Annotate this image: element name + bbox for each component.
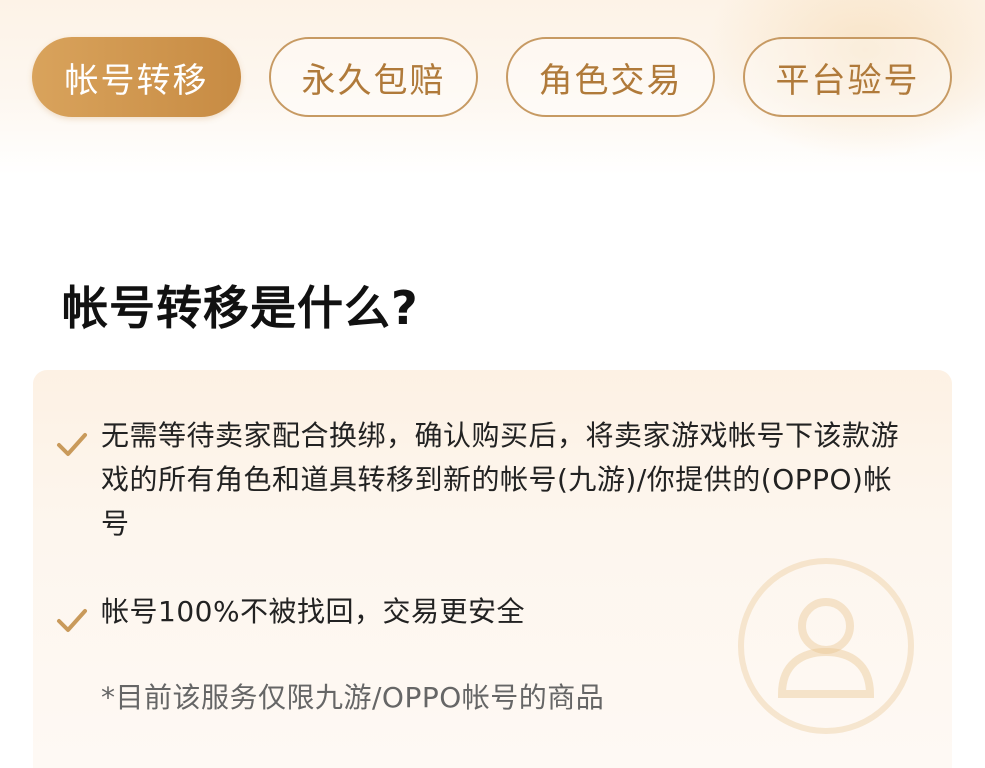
tab-account-transfer[interactable]: 帐号转移: [32, 37, 241, 117]
check-icon: [57, 609, 87, 632]
bullet-text: 无需等待卖家配合换绑，确认购买后，将卖家游戏帐号下该款游戏的所有角色和道具转移到…: [101, 419, 900, 540]
bullet-item: 无需等待卖家配合换绑，确认购买后，将卖家游戏帐号下该款游戏的所有角色和道具转移到…: [55, 414, 901, 546]
tab-platform-verification[interactable]: 平台验号: [743, 37, 952, 117]
bullet-item: 帐号100%不被找回，交易更安全: [55, 590, 901, 638]
service-note: *目前该服务仅限九游/OPPO帐号的商品: [101, 681, 605, 714]
page-title: 帐号转移是什么?: [62, 281, 419, 335]
tab-permanent-compensation[interactable]: 永久包赔: [269, 37, 478, 117]
tab-role-trading[interactable]: 角色交易: [506, 37, 715, 117]
user-shield-icon: [738, 558, 914, 734]
service-tabs: 帐号转移 永久包赔 角色交易 平台验号: [32, 37, 952, 117]
check-icon: [57, 433, 87, 456]
info-card: 无需等待卖家配合换绑，确认购买后，将卖家游戏帐号下该款游戏的所有角色和道具转移到…: [33, 370, 952, 768]
bullet-text: 帐号100%不被找回，交易更安全: [101, 595, 526, 628]
